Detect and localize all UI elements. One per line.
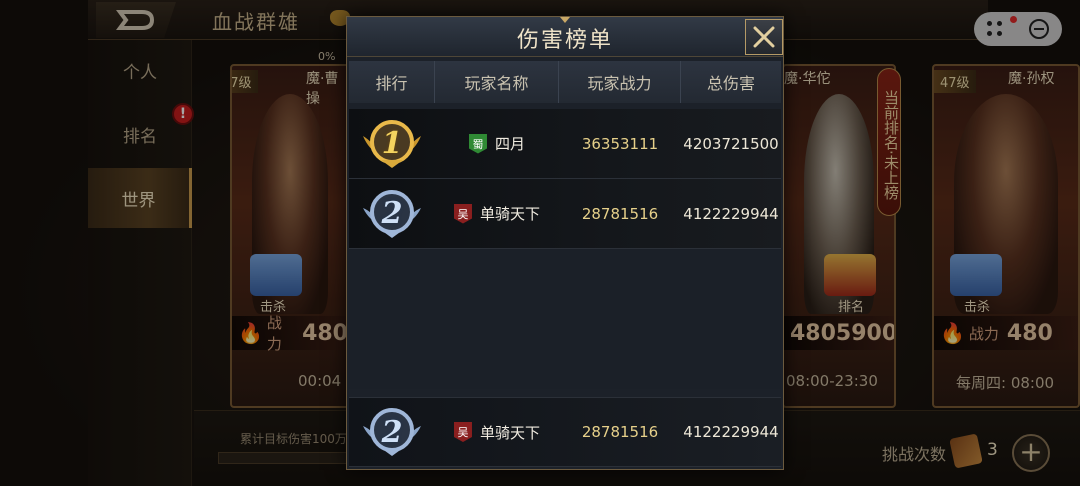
damage-ranking-modal: 伤害榜单 排行 玩家名称 玩家战力 总伤害 1 蜀 四月 36353111 42… [346, 16, 784, 470]
ranking-table-header: 排行 玩家名称 玩家战力 总伤害 [349, 61, 781, 103]
player-name-cell: 吴 单骑天下 [435, 422, 559, 443]
player-power: 36353111 [581, 134, 659, 153]
column-header-name: 玩家名称 [435, 61, 559, 103]
player-power: 28781516 [581, 204, 659, 223]
rank-silver-badge-icon: 2 [359, 186, 425, 242]
table-row[interactable]: 2 吴 单骑天下 28781516 4122229944 [349, 179, 781, 249]
player-name-cell: 蜀 四月 [435, 133, 559, 154]
faction-shu-icon: 蜀 [468, 133, 487, 154]
player-name: 单骑天下 [479, 423, 540, 442]
rank-cell: 1 [349, 116, 435, 172]
player-name-cell: 吴 单骑天下 [435, 203, 559, 224]
ranking-list-empty-space [349, 249, 781, 389]
player-name: 单骑天下 [479, 205, 540, 223]
rank-silver-badge-icon: 2 [359, 404, 425, 460]
total-damage: 4203721500 [683, 134, 779, 153]
player-name: 四月 [494, 135, 525, 153]
column-header-power: 玩家战力 [559, 61, 681, 103]
total-damage: 4122229944 [683, 204, 779, 223]
table-row[interactable]: 1 蜀 四月 36353111 4203721500 [349, 109, 781, 179]
faction-wu-icon: 吴 [453, 203, 472, 224]
rank-gold-badge-icon: 1 [359, 116, 425, 172]
total-damage: 4122229944 [683, 423, 779, 441]
rank-cell: 2 [349, 404, 435, 460]
modal-header: 伤害榜单 [347, 17, 783, 57]
modal-title: 伤害榜单 [516, 28, 613, 53]
rank-number: 1 [381, 126, 403, 161]
faction-wu-icon: 吴 [453, 422, 472, 442]
rank-number: 2 [381, 414, 403, 450]
my-rank-row: 2 吴 单骑天下 28781516 4122229944 [349, 397, 781, 467]
close-icon [753, 26, 775, 48]
rank-number: 2 [381, 196, 403, 231]
column-header-rank: 排行 [349, 61, 435, 103]
column-header-damage: 总伤害 [706, 74, 755, 93]
close-button[interactable] [745, 19, 783, 55]
rank-cell: 2 [349, 186, 435, 242]
player-power: 28781516 [581, 423, 659, 441]
